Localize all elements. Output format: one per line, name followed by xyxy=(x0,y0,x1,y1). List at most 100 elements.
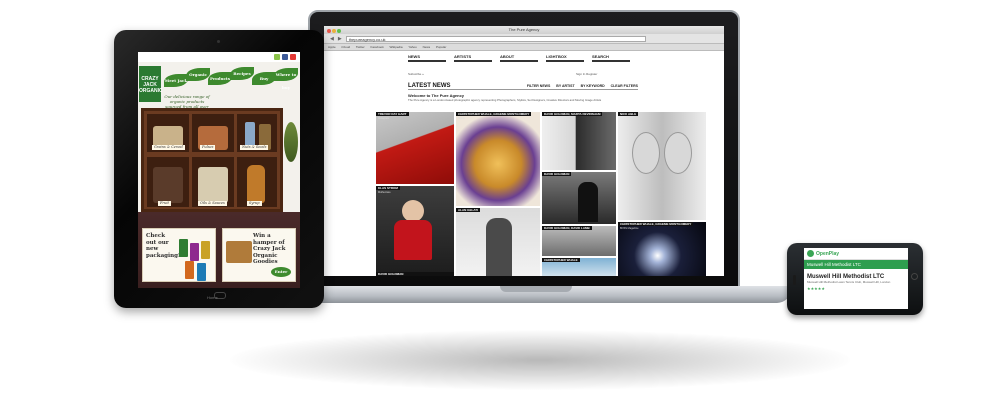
nav-search[interactable]: SEARCH xyxy=(592,54,630,62)
crazy-jack-logo[interactable]: CRAZY JACK ORGANIC xyxy=(139,66,163,102)
rating-stars: ★★★★★ xyxy=(807,285,825,291)
shelf-label[interactable]: Syrup xyxy=(247,201,262,206)
nav-lightbox[interactable]: LIGHTBOX xyxy=(546,54,584,62)
subscribe-link[interactable]: Subscribe » xyxy=(408,72,424,76)
back-icon[interactable]: ◀ xyxy=(330,36,334,42)
bookmark-item[interactable]: iCloud xyxy=(342,45,351,49)
nav-news[interactable]: NEWS xyxy=(408,54,446,62)
news-tile[interactable]: CHRISTOPHER WHALE, GRAEME MONTGOMERY Sty… xyxy=(456,112,540,206)
tile-subcaption: Instagram xyxy=(378,117,390,120)
cubby xyxy=(237,157,277,207)
news-tile[interactable]: CHRISTOPHER WHALE xyxy=(542,258,616,276)
email-icon[interactable] xyxy=(274,54,280,60)
shelf-label[interactable]: Grains & Cereal xyxy=(152,145,185,150)
shelf-label[interactable]: Nuts & Seeds xyxy=(240,145,269,150)
minimize-icon[interactable] xyxy=(332,29,336,33)
clear-filters-link[interactable]: CLEAR FILTERS xyxy=(611,84,638,88)
bookmark-item[interactable]: Facebook xyxy=(371,45,384,49)
tablet-screen: CRAZY JACK ORGANIC Meet Jack Organic Pro… xyxy=(138,52,300,288)
news-tile[interactable]: TREVOR RAY HART Instagram xyxy=(376,112,454,184)
nav-meet-jack[interactable]: Meet Jack xyxy=(164,74,188,87)
tile-caption: DAVID GOLDMAN, MARTA DEVINSHAM xyxy=(542,112,603,116)
child-figure xyxy=(402,200,424,222)
news-tile[interactable]: DAVID GOLDMAN, DAVID LAMB xyxy=(542,226,616,256)
nav-recipes[interactable]: Recipes xyxy=(230,67,254,80)
red-dress xyxy=(394,220,432,260)
tile-caption: TREVOR RAY HART xyxy=(376,112,409,116)
bookmarks-bar: Apple iCloud Twitter Facebook Wikipedia … xyxy=(324,44,724,51)
tile-caption: NICK ABLE xyxy=(618,112,639,116)
phone: OpenPlay Muswell Hill Methodist LTC Musw… xyxy=(787,243,923,315)
news-tile[interactable]: ALAN GELATI xyxy=(456,208,540,276)
news-title: LATEST NEWS xyxy=(408,83,451,89)
shelf-label[interactable]: Oils & Sauces xyxy=(198,201,227,206)
home-label: Home xyxy=(207,295,218,300)
nav-buy[interactable]: Buy xyxy=(252,72,276,85)
nav-about[interactable]: ABOUT xyxy=(500,54,538,62)
tile-subcaption: Stylist xyxy=(458,117,465,120)
social-icons xyxy=(274,54,296,60)
face-right xyxy=(664,132,692,174)
news-tile[interactable]: DAVID GOLDMAN xyxy=(376,272,454,276)
close-icon[interactable] xyxy=(327,29,331,33)
window-title: The Pure Agency xyxy=(508,27,540,32)
spice-shelf: Grains & Cereal Pulses Nuts & Seeds Frui… xyxy=(141,108,283,212)
openplay-brand[interactable]: OpenPlay xyxy=(816,251,839,257)
filter-by-keyword-link[interactable]: BY KEYWORD xyxy=(581,84,605,88)
camera-icon xyxy=(217,40,220,43)
phone-home-button[interactable] xyxy=(911,273,918,280)
signin-link[interactable]: Sign In Register xyxy=(576,72,597,76)
speaker-grille xyxy=(793,275,796,285)
tile-caption: DAVID GOLDMAN xyxy=(542,172,572,176)
cubby xyxy=(192,157,234,207)
shelf-label[interactable]: Pulses xyxy=(200,145,216,150)
tile-caption: KLAS STROM xyxy=(376,186,400,190)
laptop: The Pure Agency ◀ ▶ thepureagency.co.uk … xyxy=(308,10,740,288)
news-filters: FILTER NEWS BY ARTIST BY KEYWORD CLEAR F… xyxy=(527,84,638,89)
nav-where-to-buy[interactable]: Where to buy xyxy=(274,68,298,90)
news-tile[interactable]: KLAS STROM Mothercare xyxy=(376,186,454,276)
enter-button[interactable]: Enter xyxy=(271,267,291,277)
openplay-header: OpenPlay xyxy=(804,248,908,260)
phone-screen: OpenPlay Muswell Hill Methodist LTC Musw… xyxy=(804,248,908,309)
tile-subcaption: Mothercare xyxy=(378,191,391,194)
bookmark-item[interactable]: Apple xyxy=(328,45,336,49)
news-tile[interactable]: CHRISTOPHER WHALE, GRAEME MONTGOMERY BOS… xyxy=(618,222,706,276)
browser-titlebar: The Pure Agency xyxy=(324,26,724,34)
welcome-text: The Pure Agency is a London-based photog… xyxy=(408,98,602,102)
address-bar[interactable]: thepureagency.co.uk xyxy=(345,35,646,42)
nav-artists[interactable]: ARTISTS xyxy=(454,54,492,62)
maximize-icon[interactable] xyxy=(337,29,341,33)
bookmark-item[interactable]: Wikipedia xyxy=(390,45,403,49)
forward-icon[interactable]: ▶ xyxy=(338,36,342,42)
photo-grid: TREVOR RAY HART Instagram KLAS STROM Mot… xyxy=(376,112,706,276)
promo-packaging[interactable]: Check out our new packaging! xyxy=(142,228,216,282)
laptop-screen: The Pure Agency ◀ ▶ thepureagency.co.uk … xyxy=(324,26,724,276)
news-tile[interactable]: NICK ABLE xyxy=(618,112,706,220)
browser-toolbar: ◀ ▶ thepureagency.co.uk xyxy=(324,34,724,44)
promo-text: Check out our new packaging! xyxy=(146,233,181,259)
bookmark-item[interactable]: Twitter xyxy=(356,45,365,49)
bookmark-item[interactable]: Yahoo xyxy=(408,45,416,49)
bookmark-item[interactable]: Popular xyxy=(436,45,446,49)
openplay-logo-icon xyxy=(807,250,814,257)
model-figure xyxy=(486,218,512,276)
filter-news-link[interactable]: FILTER NEWS xyxy=(527,84,550,88)
hamper-image xyxy=(226,241,252,263)
product-pack xyxy=(197,263,206,281)
window-controls[interactable] xyxy=(327,28,342,36)
tile-caption: CHRISTOPHER WHALE, GRAEME MONTGOMERY xyxy=(456,112,532,116)
venue-bar: Muswell Hill Methodist LTC xyxy=(804,260,908,269)
tile-caption: CHRISTOPHER WHALE xyxy=(542,258,580,262)
facebook-icon[interactable] xyxy=(282,54,288,60)
promo-hamper[interactable]: Win a hamper of Crazy Jack Organic Goodi… xyxy=(222,228,296,282)
bookmark-item[interactable]: News xyxy=(423,45,431,49)
shelf-label[interactable]: Fruit xyxy=(158,201,171,206)
nav-products[interactable]: Products xyxy=(208,72,232,85)
youtube-icon[interactable] xyxy=(290,54,296,60)
news-tile[interactable]: DAVID GOLDMAN xyxy=(542,172,616,224)
nav-organic[interactable]: Organic xyxy=(186,68,210,81)
news-tile[interactable]: DAVID GOLDMAN, MARTA DEVINSHAM xyxy=(542,112,616,170)
cubby xyxy=(147,157,189,207)
filter-by-artist-link[interactable]: BY ARTIST xyxy=(556,84,574,88)
